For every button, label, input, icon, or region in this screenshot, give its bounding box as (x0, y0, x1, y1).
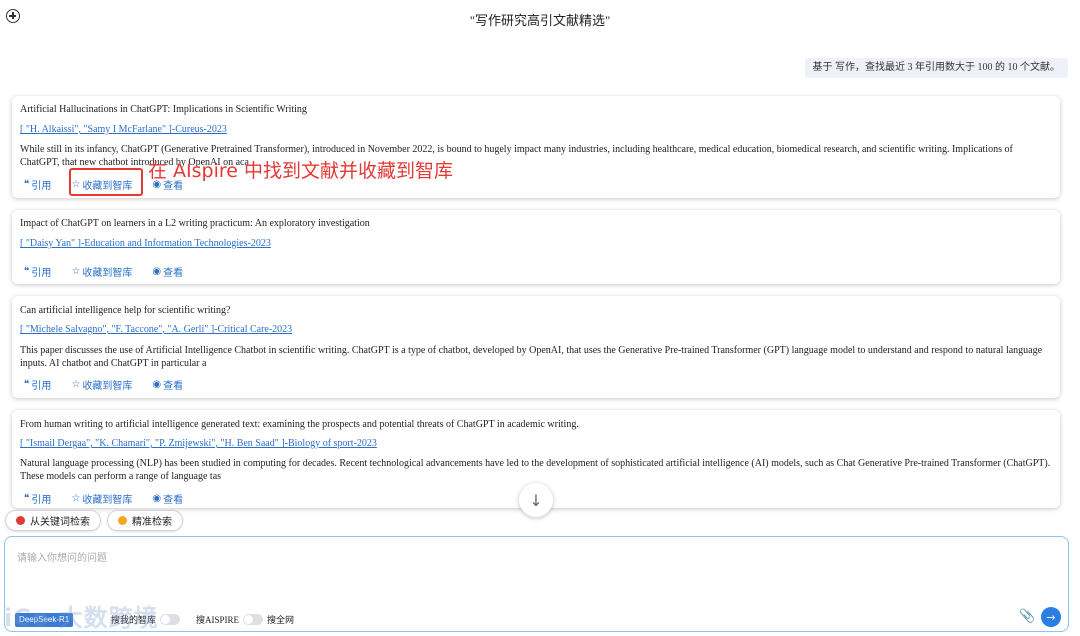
library-toggle-switch[interactable] (160, 614, 181, 625)
paper-title: Can artificial intelligence help for sci… (20, 305, 231, 316)
view-button[interactable]: ◉ 查看 (152, 491, 183, 506)
paper-actions: ❝ 引用 ☆ 收藏到智库 ◉ 查看 (24, 491, 203, 506)
toggle-web[interactable]: 搜全网 (267, 613, 294, 626)
star-icon: ☆ (71, 379, 81, 390)
orange-dot-icon (118, 516, 127, 525)
highlight-box (69, 168, 143, 196)
page-title: "写作研究高引文献精选" (469, 13, 611, 28)
precise-search-button[interactable]: 精准检索 (107, 510, 183, 531)
toggle-aispire[interactable]: 搜AISPIRE (196, 613, 264, 626)
scroll-down-button[interactable]: ↓ (519, 483, 553, 517)
paper-title: From human writing to artificial intelli… (20, 419, 579, 430)
arrow-right-icon: → (1046, 610, 1056, 624)
paper-authors-link[interactable]: [ "H. Alkaissi", "Samy I McFarlane" ]-Cu… (20, 124, 227, 135)
star-icon: ☆ (71, 493, 81, 504)
view-button[interactable]: ◉ 查看 (152, 377, 183, 392)
annotation-text: 在 AIspire 中找到文献并收藏到智库 (148, 160, 454, 182)
keyword-search-button[interactable]: 从关键词检索 (5, 510, 101, 531)
eye-icon: ◉ (152, 379, 162, 390)
paper-abstract: This paper discusses the use of Artifici… (20, 345, 1043, 369)
paper-abstract: Natural language processing (NLP) has be… (20, 458, 1051, 482)
view-button[interactable]: ◉ 查看 (152, 264, 183, 279)
paper-card: Can artificial intelligence help for sci… (12, 296, 1060, 398)
paper-actions: ❝ 引用 ☆ 收藏到智库 ◉ 查看 (24, 264, 203, 279)
quote-icon: ❝ (24, 493, 30, 504)
cite-button[interactable]: ❝ 引用 (24, 377, 51, 392)
favorite-button[interactable]: ☆ 收藏到智库 (71, 377, 132, 392)
paper-authors-link[interactable]: [ "Ismail Dergaa", "K. Chamari", "P. Zmi… (20, 438, 377, 449)
paper-card: Impact of ChatGPT on learners in a L2 wr… (12, 210, 1060, 284)
red-dot-icon (16, 516, 25, 525)
aispire-toggle-switch[interactable] (243, 614, 264, 625)
chat-input-box: DeepSeek-R1 搜我的智库 搜AISPIRE 搜全网 📎 → (4, 536, 1069, 632)
paper-authors-link[interactable]: [ "Michele Salvagno", "F. Taccone", "A. … (20, 324, 292, 335)
quote-icon: ❝ (24, 179, 30, 190)
question-input[interactable] (17, 549, 997, 589)
paperclip-icon[interactable]: 📎 (1019, 609, 1035, 624)
star-icon: ☆ (71, 266, 81, 277)
paper-authors-link[interactable]: [ "Daisy Yan" ]-Education and Informatio… (20, 238, 271, 249)
cite-button[interactable]: ❝ 引用 (24, 177, 51, 192)
user-message-bubble: 基于 写作，查找最近 3 年引用数大于 100 的 10 个文献。 (804, 58, 1068, 78)
quote-icon: ❝ (24, 266, 30, 277)
quote-icon: ❝ (24, 379, 30, 390)
send-button[interactable]: → (1041, 607, 1061, 627)
arrow-down-icon: ↓ (529, 490, 543, 510)
paper-title: Artificial Hallucinations in ChatGPT: Im… (20, 104, 307, 115)
favorite-button[interactable]: ☆ 收藏到智库 (71, 264, 132, 279)
cite-button[interactable]: ❝ 引用 (24, 264, 51, 279)
paper-title: Impact of ChatGPT on learners in a L2 wr… (20, 218, 370, 229)
favorite-button[interactable]: ☆ 收藏到智库 (71, 491, 132, 506)
cite-button[interactable]: ❝ 引用 (24, 491, 51, 506)
eye-icon: ◉ (152, 266, 162, 277)
watermark: iCo 大数跨境 (4, 604, 159, 632)
paper-actions: ❝ 引用 ☆ 收藏到智库 ◉ 查看 (24, 377, 203, 392)
eye-icon: ◉ (152, 493, 162, 504)
